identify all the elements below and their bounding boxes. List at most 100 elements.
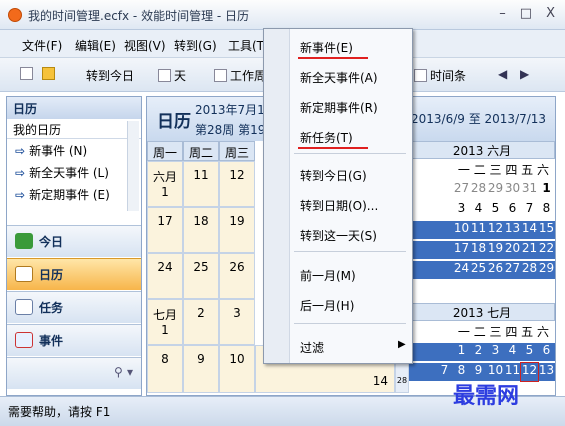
mini-day[interactable]: 6 (504, 201, 521, 219)
day-cell[interactable]: 七月 1 (147, 299, 183, 345)
day-cell[interactable]: 12 (219, 161, 255, 207)
day-cell[interactable]: 19 (219, 207, 255, 253)
mini-day[interactable]: 31 (521, 181, 538, 199)
mini-day[interactable]: 25 (470, 261, 487, 279)
mini-day[interactable]: 19 (487, 241, 504, 259)
mini-day[interactable]: 17 (453, 241, 470, 259)
new-icon[interactable] (20, 67, 36, 81)
mini-day[interactable]: 7 (436, 363, 453, 381)
menu-gutter (264, 29, 290, 363)
menu-file[interactable]: 文件(F) (22, 37, 62, 54)
menu-item-filter[interactable]: 过滤 (300, 339, 324, 356)
mini-day[interactable]: 5 (487, 201, 504, 219)
mini-day[interactable]: 13 (504, 221, 521, 239)
nav-tasks[interactable]: 任务 (7, 291, 141, 323)
nav-today[interactable]: 今日 (7, 225, 141, 257)
close-button[interactable]: X (546, 6, 555, 21)
mini-day[interactable]: 10 (453, 221, 470, 239)
sidebar-item-label: 新事件 (N) (29, 144, 88, 158)
sidebar-scrollbar[interactable] (127, 121, 139, 211)
day-cell[interactable]: 18 (183, 207, 219, 253)
mini-calendar-header-june[interactable]: 2013 六月 (409, 141, 555, 159)
mini-day[interactable]: 6 (538, 343, 555, 361)
mini-day[interactable]: 15 (538, 221, 555, 239)
mini-day[interactable]: 28 (521, 261, 538, 279)
menu-item-goto-today[interactable]: 转到今日(G) (300, 167, 367, 184)
mini-week-row: 24 25 26 27 28 29 (409, 261, 555, 279)
day-cell[interactable]: 25 (183, 253, 219, 299)
menu-item-new-allday-event[interactable]: 新全天事件(A) (300, 69, 378, 86)
mini-day[interactable]: 22 (538, 241, 555, 259)
mini-day[interactable]: 24 (453, 261, 470, 279)
nav-config[interactable]: ⚲ ▾ (7, 357, 141, 389)
mini-calendar-header-july[interactable]: 2013 七月 (409, 303, 555, 321)
mini-day[interactable]: 26 (487, 261, 504, 279)
menu-edit[interactable]: 编辑(E) (75, 37, 116, 54)
maximize-button[interactable]: □ (520, 6, 532, 21)
day-cell[interactable]: 26 (219, 253, 255, 299)
mini-day[interactable]: 18 (470, 241, 487, 259)
menu-item-new-task[interactable]: 新任务(T) (300, 129, 353, 146)
mini-day[interactable]: 4 (504, 343, 521, 361)
mini-day[interactable]: 28 (470, 181, 487, 199)
day-cell[interactable]: 24 (147, 253, 183, 299)
mini-day[interactable]: 20 (504, 241, 521, 259)
mini-day[interactable]: 12 (520, 362, 539, 382)
mini-day[interactable]: 3 (453, 201, 470, 219)
sidebar-item-new-recurring-event[interactable]: ⇨ 新定期事件 (E) (7, 183, 141, 205)
day-cell[interactable]: 8 (147, 345, 183, 393)
day-cell[interactable]: 10 (219, 345, 255, 393)
menu-item-new-recurring-event[interactable]: 新定期事件(R) (300, 99, 378, 116)
menu-view[interactable]: 视图(V) (124, 37, 166, 54)
day-cell[interactable]: 17 (147, 207, 183, 253)
mini-day[interactable]: 1 (453, 343, 470, 361)
mini-day[interactable]: 4 (470, 201, 487, 219)
calendar-week: 第28周 第19 (195, 123, 266, 137)
chevron-down-icon: ▾ (126, 365, 133, 379)
timeline-view-button[interactable]: 时间条 (414, 67, 466, 84)
day-cell[interactable]: 2 (183, 299, 219, 345)
mini-day[interactable]: 7 (521, 201, 538, 219)
menu-item-new-event[interactable]: 新事件(E) (300, 39, 353, 56)
mini-day[interactable]: 1 (538, 181, 555, 199)
day-cell[interactable]: 3 (219, 299, 255, 345)
menu-item-prev-month[interactable]: 前一月(M) (300, 267, 356, 284)
day-cell[interactable]: 六月 1 (147, 161, 183, 207)
mini-day[interactable]: 29 (487, 181, 504, 199)
nav-events[interactable]: 事件 (7, 324, 141, 356)
mini-day[interactable]: 11 (470, 221, 487, 239)
menu-goto[interactable]: 转到(G) (174, 37, 217, 54)
mini-day[interactable]: 30 (504, 181, 521, 199)
mini-calendar: 2013 六月 一 二 三 四 五 六 27 28 29 30 31 1 345678 1… (409, 141, 555, 395)
sidebar-item-new-event[interactable]: ⇨ 新事件 (N) (7, 139, 141, 161)
sidebar-item-new-allday-event[interactable]: ⇨ 新全天事件 (L) (7, 161, 141, 183)
mini-day[interactable]: 27 (504, 261, 521, 279)
day-cell[interactable]: 11 (183, 161, 219, 207)
mini-day[interactable]: 14 (521, 221, 538, 239)
day-view-button[interactable]: 天 (158, 67, 186, 84)
workweek-view-button[interactable]: 工作周 (214, 67, 266, 84)
menu-item-next-month[interactable]: 后一月(H) (300, 297, 354, 314)
menu-item-goto-date[interactable]: 转到日期(O)... (300, 197, 378, 214)
goto-today-button[interactable]: 转到今日 (86, 67, 134, 84)
mini-day[interactable]: 12 (487, 221, 504, 239)
mini-day[interactable]: 13 (538, 363, 555, 381)
nav-calendar[interactable]: 日历 (7, 258, 141, 290)
sidebar-item-label: 新全天事件 (L) (29, 166, 109, 180)
status-text: 需要帮助，请按 F1 (8, 405, 111, 419)
next-arrow-icon[interactable]: ▶ (520, 67, 529, 81)
mini-day[interactable]: 8 (538, 201, 555, 219)
menu-item-goto-this-day[interactable]: 转到这一天(S) (300, 227, 377, 244)
folder-icon[interactable] (42, 67, 58, 81)
minimize-button[interactable]: – (499, 6, 506, 21)
mini-day[interactable]: 2 (470, 343, 487, 361)
mini-day[interactable]: 5 (521, 343, 538, 361)
mini-day[interactable]: 3 (487, 343, 504, 361)
title-bar: 我的时间管理.ecfx - 效能时间管理 - 日历 – □ X (0, 0, 565, 30)
mini-day[interactable]: 29 (538, 261, 555, 279)
mini-day[interactable]: 27 (453, 181, 470, 199)
prev-arrow-icon[interactable]: ◀ (498, 67, 507, 81)
day-cell[interactable]: 9 (183, 345, 219, 393)
mini-day[interactable]: 21 (521, 241, 538, 259)
search-icon: ⚲ (113, 365, 123, 379)
